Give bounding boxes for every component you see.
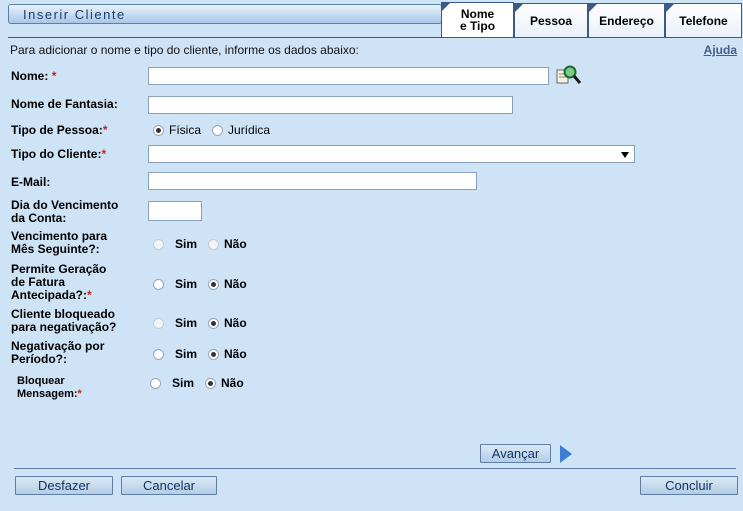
radio-sim[interactable]	[153, 278, 164, 290]
radio-nao-label: Não	[224, 277, 247, 291]
desfazer-button[interactable]: Desfazer	[15, 476, 113, 495]
tipo-pessoa-radio-group: Física Jurídica	[153, 123, 276, 137]
label-line-text: Mensagem:	[17, 388, 78, 400]
radio-sim[interactable]	[153, 317, 164, 329]
page-title: Inserir Cliente	[23, 7, 126, 22]
tipo-cliente-label: Tipo do Cliente:*	[11, 148, 106, 161]
tipo-cliente-select[interactable]	[148, 145, 635, 163]
avancar-button[interactable]: Avançar	[480, 444, 551, 463]
bloqueado-negativacao-radio-group: Sim Não	[153, 316, 253, 330]
negativacao-periodo-label: Negativação por Período?:	[11, 340, 104, 366]
label-line: da Conta:	[11, 211, 67, 225]
radio-nao-label: Não	[224, 316, 247, 330]
radio-juridica-label: Jurídica	[228, 123, 271, 137]
radio-sim[interactable]	[153, 238, 164, 250]
radio-nao[interactable]	[208, 278, 220, 290]
negativacao-periodo-radio-group: Sim Não	[153, 347, 253, 361]
tab-endereco[interactable]: Endereço	[588, 3, 665, 37]
label-line: Bloquear	[17, 375, 65, 387]
dia-vencimento-input[interactable]	[148, 201, 202, 221]
nome-fantasia-label: Nome de Fantasia:	[11, 97, 118, 111]
tab-label: Nome e Tipo	[459, 7, 496, 33]
tab-telefone[interactable]: Telefone	[665, 3, 742, 37]
dia-vencimento-label: Dia do Vencimento da Conta:	[11, 199, 118, 225]
tipo-cliente-label-text: Tipo do Cliente:	[11, 147, 102, 161]
footer-divider	[14, 468, 736, 469]
radio-nao[interactable]	[205, 377, 217, 389]
bloquear-mensagem-label: Bloquear Mensagem:*	[17, 375, 82, 401]
radio-nao[interactable]	[208, 348, 220, 360]
bloqueado-negativacao-label: Cliente bloqueado para negativação?	[11, 308, 116, 334]
tab-label: Telefone	[679, 13, 728, 28]
tab-pessoa[interactable]: Pessoa	[514, 3, 588, 37]
nome-fantasia-input[interactable]	[148, 96, 513, 114]
bloquear-mensagem-radio-group: Sim Não	[150, 376, 250, 390]
radio-juridica[interactable]	[212, 124, 224, 136]
nome-label: Nome: *	[11, 70, 56, 83]
fatura-antecipada-label: Permite Geração de Fatura Antecipada?:*	[11, 263, 106, 302]
radio-sim-label: Sim	[172, 376, 195, 390]
label-line: Período?:	[11, 352, 67, 366]
vencimento-mes-seguinte-label: Vencimento para Mês Seguinte?:	[11, 230, 107, 256]
radio-fisica-label: Física	[169, 123, 202, 137]
label-line: para negativação?	[11, 320, 117, 334]
label-line-text: Antecipada?:	[11, 288, 88, 302]
vencimento-mes-seguinte-radio-group: Sim Não	[153, 237, 253, 251]
radio-sim[interactable]	[153, 348, 164, 360]
title-bar: Inserir Cliente	[8, 4, 442, 24]
tab-divider	[8, 37, 742, 38]
tab-nome-e-tipo[interactable]: Nome e Tipo	[441, 2, 514, 37]
tab-label: Endereço	[599, 13, 654, 28]
required-mark: *	[77, 388, 82, 400]
cancelar-button[interactable]: Cancelar	[121, 476, 217, 495]
radio-nao[interactable]	[208, 238, 220, 250]
play-icon[interactable]	[560, 445, 572, 463]
tipo-pessoa-label: Tipo de Pessoa:*	[11, 124, 107, 137]
search-icon[interactable]	[556, 64, 582, 86]
radio-sim-label: Sim	[175, 316, 198, 330]
fatura-antecipada-radio-group: Sim Não	[153, 277, 253, 291]
radio-sim[interactable]	[150, 377, 161, 389]
radio-nao-label: Não	[224, 237, 247, 251]
concluir-button[interactable]: Concluir	[640, 476, 738, 495]
tipo-pessoa-label-text: Tipo de Pessoa:	[11, 123, 103, 137]
required-mark: *	[51, 69, 57, 83]
intro-text: Para adicionar o nome e tipo do cliente,…	[10, 43, 359, 57]
radio-sim-label: Sim	[175, 237, 198, 251]
nome-input[interactable]	[148, 67, 549, 85]
radio-nao-label: Não	[224, 347, 247, 361]
nome-label-text: Nome:	[11, 69, 49, 83]
label-line: Mensagem:*	[17, 388, 82, 401]
radio-fisica[interactable]	[153, 124, 164, 136]
radio-nao-label: Não	[221, 376, 244, 390]
label-line: Mês Seguinte?:	[11, 242, 100, 256]
label-line: Antecipada?:*	[11, 289, 106, 302]
required-mark: *	[102, 123, 108, 137]
chevron-down-icon	[621, 152, 629, 158]
required-mark: *	[87, 288, 92, 302]
header: Inserir Cliente Nome e Tipo Pessoa Ender…	[0, 0, 743, 40]
tab-label: Pessoa	[529, 13, 573, 28]
radio-sim-label: Sim	[175, 347, 198, 361]
help-link[interactable]: Ajuda	[704, 43, 737, 57]
required-mark: *	[101, 147, 107, 161]
email-input[interactable]	[148, 172, 477, 190]
email-label: E-Mail:	[11, 175, 51, 189]
radio-nao[interactable]	[208, 317, 220, 329]
radio-sim-label: Sim	[175, 277, 198, 291]
